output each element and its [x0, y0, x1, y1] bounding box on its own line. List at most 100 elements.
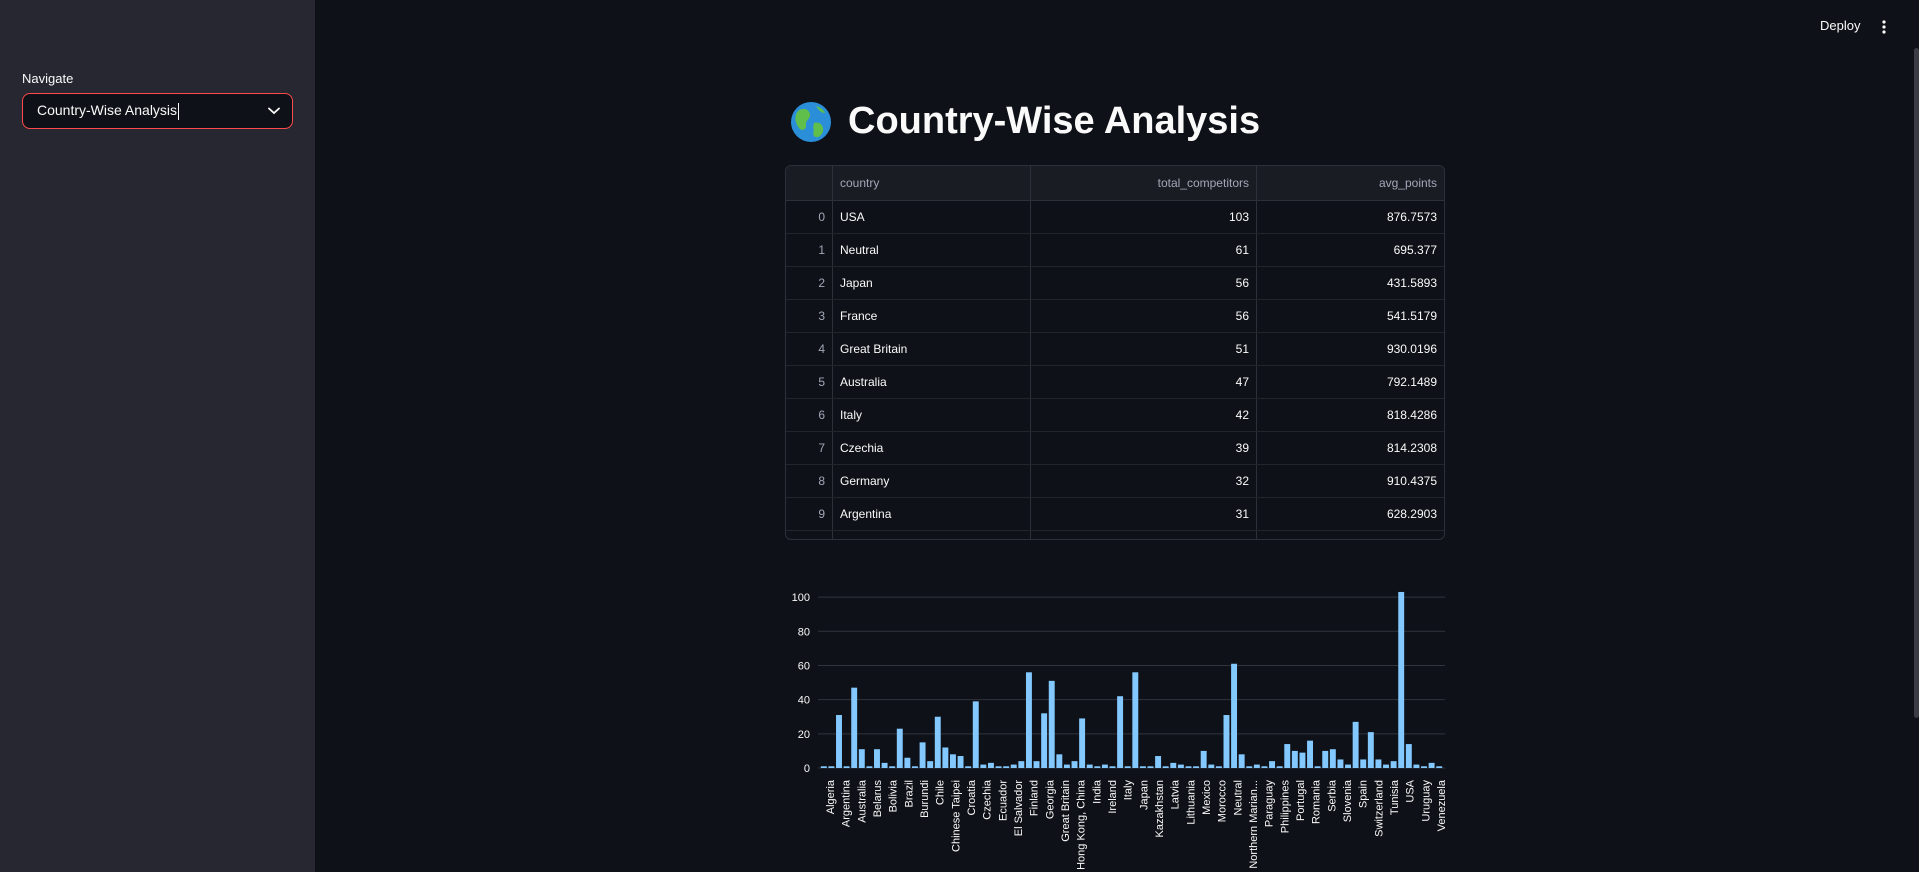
bar[interactable]	[1010, 764, 1017, 768]
table-row[interactable]: 0 USA 103 876.7573	[786, 201, 1444, 234]
table-row[interactable]: 6 Italy 42 818.4286	[786, 399, 1444, 432]
data-table[interactable]: country total_competitors avg_points 0 US…	[785, 165, 1445, 540]
bar[interactable]	[1041, 713, 1048, 768]
bar[interactable]	[1086, 764, 1093, 768]
bar[interactable]	[1170, 762, 1177, 768]
bar[interactable]	[1147, 766, 1154, 768]
column-header-country[interactable]: country	[833, 166, 1031, 200]
column-header-total-competitors[interactable]: total_competitors	[1031, 166, 1257, 200]
bar[interactable]	[1367, 732, 1374, 768]
bar[interactable]	[949, 754, 956, 768]
table-row[interactable]: 4 Great Britain 51 930.0196	[786, 333, 1444, 366]
table-row[interactable]: 9 Argentina 31 628.2903	[786, 498, 1444, 531]
bar[interactable]	[1155, 756, 1162, 768]
bar[interactable]	[1071, 761, 1078, 768]
bar[interactable]	[1299, 752, 1306, 768]
bar[interactable]	[942, 747, 949, 768]
deploy-button[interactable]: Deploy	[1820, 18, 1860, 33]
bar[interactable]	[1269, 761, 1276, 768]
bar[interactable]	[1436, 766, 1443, 768]
table-row[interactable]: 8 Germany 32 910.4375	[786, 465, 1444, 498]
bar[interactable]	[1307, 740, 1314, 768]
bar[interactable]	[1398, 591, 1405, 768]
table-row[interactable]: 3 France 56 541.5179	[786, 300, 1444, 333]
bar[interactable]	[1352, 721, 1359, 768]
bar[interactable]	[987, 762, 994, 768]
chevron-down-icon[interactable]	[268, 107, 280, 115]
bar[interactable]	[866, 766, 873, 768]
bar[interactable]	[1276, 766, 1283, 768]
bar[interactable]	[851, 687, 858, 768]
bar[interactable]	[1421, 766, 1427, 768]
bar[interactable]	[1314, 766, 1321, 768]
scrollbar[interactable]	[1914, 48, 1919, 718]
bar[interactable]	[1345, 764, 1351, 768]
bar[interactable]	[1253, 764, 1260, 768]
bar[interactable]	[1063, 764, 1070, 768]
navigate-select[interactable]: Country-Wise Analysis	[22, 93, 293, 129]
bar[interactable]	[1109, 766, 1116, 768]
bar[interactable]	[820, 766, 827, 768]
bar[interactable]	[1322, 750, 1329, 768]
bar[interactable]	[919, 742, 926, 768]
bar[interactable]	[1208, 764, 1215, 768]
bar[interactable]	[1003, 766, 1010, 768]
bar[interactable]	[1375, 759, 1382, 768]
bar[interactable]	[1383, 764, 1389, 768]
bar[interactable]	[874, 749, 880, 768]
table-row[interactable]: 7 Czechia 39 814.2308	[786, 432, 1444, 465]
bar[interactable]	[995, 766, 1002, 768]
bar[interactable]	[1390, 761, 1397, 768]
bar[interactable]	[1025, 672, 1032, 768]
bar[interactable]	[1101, 764, 1108, 768]
bar[interactable]	[1177, 764, 1184, 768]
bar[interactable]	[912, 766, 918, 768]
bar[interactable]	[1405, 744, 1412, 768]
table-row[interactable]: 1 Neutral 61 695.377	[786, 234, 1444, 267]
bar[interactable]	[1018, 761, 1025, 768]
bar[interactable]	[1329, 749, 1336, 768]
bar[interactable]	[934, 716, 941, 768]
bar[interactable]	[1033, 761, 1040, 768]
bar[interactable]	[904, 757, 911, 768]
bar[interactable]	[1193, 766, 1200, 768]
bar[interactable]	[1291, 750, 1298, 768]
bar[interactable]	[1048, 680, 1055, 768]
bar[interactable]	[1200, 750, 1207, 768]
bar[interactable]	[1185, 766, 1192, 768]
bar[interactable]	[1223, 715, 1230, 768]
table-row[interactable]: 2 Japan 56 431.5893	[786, 267, 1444, 300]
vertical-dots-icon[interactable]	[1878, 18, 1890, 36]
bar[interactable]	[881, 762, 888, 768]
navigate-select-value[interactable]: Country-Wise Analysis	[37, 102, 268, 120]
bar[interactable]	[1428, 762, 1435, 768]
bar[interactable]	[836, 715, 842, 768]
bar[interactable]	[957, 756, 964, 768]
bar[interactable]	[1056, 754, 1063, 768]
bar[interactable]	[1246, 766, 1253, 768]
bar[interactable]	[972, 701, 979, 768]
column-header-avg-points[interactable]: avg_points	[1257, 166, 1444, 200]
bar[interactable]	[1337, 759, 1344, 768]
bar[interactable]	[1284, 744, 1291, 768]
bar[interactable]	[1261, 766, 1268, 768]
bar[interactable]	[1079, 718, 1086, 768]
bar[interactable]	[927, 761, 934, 768]
bar[interactable]	[896, 728, 903, 768]
bar[interactable]	[965, 766, 972, 768]
bar[interactable]	[1360, 759, 1367, 768]
bar[interactable]	[980, 764, 987, 768]
bar[interactable]	[858, 749, 865, 768]
bar[interactable]	[1162, 766, 1169, 768]
bar[interactable]	[1413, 764, 1420, 768]
bar[interactable]	[1231, 663, 1238, 768]
bar[interactable]	[1117, 696, 1124, 768]
table-row[interactable]: 5 Australia 47 792.1489	[786, 366, 1444, 399]
bar[interactable]	[889, 766, 896, 768]
bar[interactable]	[1132, 672, 1139, 768]
bar[interactable]	[843, 766, 850, 768]
bar[interactable]	[1215, 766, 1222, 768]
bar[interactable]	[1238, 754, 1245, 768]
bar[interactable]	[828, 766, 835, 768]
bar[interactable]	[1124, 766, 1131, 768]
